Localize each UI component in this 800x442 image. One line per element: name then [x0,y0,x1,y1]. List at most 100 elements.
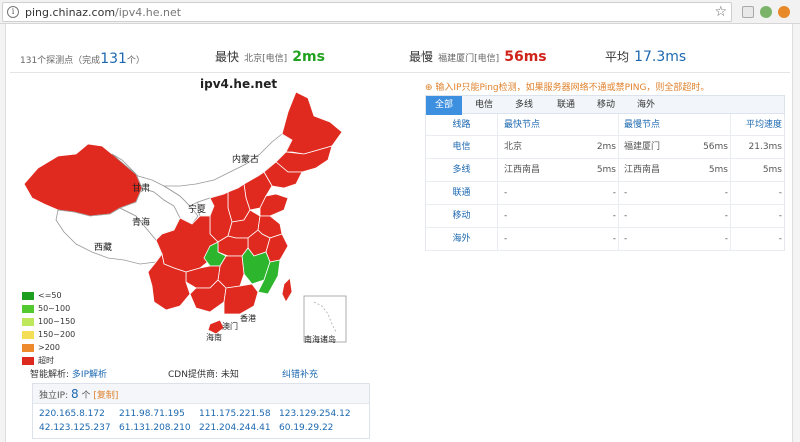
label-gansu: 甘肃 [132,182,150,194]
fix-link[interactable]: 纠错补充 [282,367,318,380]
label-ningxia: 宁夏 [188,203,206,215]
ip-address[interactable]: 220.165.8.172 [39,409,105,419]
row-line[interactable]: 联通 [426,182,498,204]
legend-swatch [22,291,34,300]
ip-label: 独立IP: [39,391,69,401]
tab-unicom[interactable]: 联通 [548,96,584,115]
warning-icon: ⊕ [425,83,436,93]
row-line[interactable]: 移动 [426,205,498,227]
legend: <=50 50~100 100~150 150~200 >200 超时 [22,289,75,367]
tab-telecom[interactable]: 电信 [466,96,502,115]
dns-link[interactable]: 多IP解析 [72,370,107,380]
probe-suffix: 个） [126,56,145,66]
tab-all[interactable]: 全部 [426,96,462,115]
ip-address[interactable]: 42.123.125.237 [39,423,111,433]
ip-address[interactable]: 111.175.221.58 [199,409,271,419]
row-slow-node: 福建厦门 [624,142,661,152]
row-slow-node: 江西南昌 [624,165,661,175]
label-macau: 澳门 [222,321,238,331]
row-avg: - [778,188,782,198]
tab-mobile[interactable]: 移动 [588,96,624,115]
legend-swatch [22,330,34,339]
column-divider [618,114,619,135]
extension-circle-icon[interactable] [760,6,772,18]
line-tabs: 全部 电信 多线 联通 移动 海外 [425,95,785,115]
legend-label: 超时 [38,356,54,365]
ip-address[interactable]: 123.129.254.12 [279,409,351,419]
row-slow-ms: - [724,211,728,221]
column-divider [618,228,619,250]
row-slow-ms: 5ms [708,165,728,175]
page-scrollbar[interactable] [792,24,800,442]
table-header: 线路 最快节点 最慢节点 平均速度 [426,114,784,136]
column-divider [730,159,731,181]
copy-button[interactable]: [复制] [93,391,118,401]
table-row: 多线 江西南昌 5ms 江西南昌 5ms 5ms [426,159,784,182]
column-divider [730,182,731,204]
row-line[interactable]: 海外 [426,228,498,250]
table-row: 电信 北京 2ms 福建厦门 56ms 21.3ms [426,136,784,159]
row-fast-node: - [504,234,508,244]
row-avg: - [778,211,782,221]
ip-address[interactable]: 221.204.244.41 [199,423,271,433]
tab-multiline[interactable]: 多线 [506,96,542,115]
legend-swatch [22,317,34,326]
table-row: 联通 - - - - - [426,182,784,205]
extension-icon[interactable] [742,6,754,18]
label-inner-mongolia: 内蒙古 [232,153,259,165]
row-line[interactable]: 电信 [426,136,498,158]
slowest-stat: 最慢 福建厦门[电信] 56ms [409,46,547,65]
column-divider [618,205,619,227]
url-text[interactable]: ping.chinaz.com/ipv4.he.net [25,6,181,19]
region-xinjiang[interactable] [23,143,143,217]
dns-label: 智能解析: [30,370,70,380]
row-fast-ms: - [612,234,616,244]
legend-label: 100~150 [38,317,76,326]
extension-cookie-icon[interactable] [778,6,790,18]
header-avg: 平均速度 [745,120,782,130]
legend-item: 150~200 [22,328,75,341]
stats-bar: 131个探测点（完成131个） 最快 北京[电信] 2ms 最慢 福建厦门[电信… [0,42,800,72]
label-hainan: 海南 [206,332,222,342]
region-hubei[interactable] [217,235,249,257]
slowest-label: 最慢 [409,50,434,64]
region-heilongjiang[interactable] [281,91,343,155]
fastest-value: 2ms [292,49,325,65]
region-taiwan[interactable] [281,277,293,303]
column-divider [730,205,731,227]
region-guangdong[interactable] [223,283,259,315]
row-slow-ms: - [724,188,728,198]
bookmark-star-icon[interactable]: ☆ [714,4,727,20]
legend-item: 超时 [22,354,75,367]
ip-box: 独立IP: 8 个 [复制] 220.165.8.172 211.98.71.1… [32,383,370,439]
column-divider [618,136,619,158]
ip-address[interactable]: 61.131.208.210 [119,423,191,433]
fastest-location: 北京[电信] [244,54,288,64]
ip-count: 8 [71,387,79,401]
ip-address[interactable]: 211.98.71.195 [119,409,185,419]
info-icon[interactable]: i [7,6,19,18]
row-fast-ms: - [612,211,616,221]
column-divider [618,182,619,204]
tab-overseas[interactable]: 海外 [628,96,664,115]
row-slow-node: - [624,234,628,244]
legend-swatch [22,343,34,352]
column-divider [618,159,619,181]
ip-address[interactable]: 60.19.29.22 [279,423,333,433]
label-hongkong: 香港 [240,313,256,323]
address-bar[interactable]: i ping.chinaz.com/ipv4.he.net ☆ [2,2,732,22]
header-fastest: 最快节点 [504,120,541,130]
label-tibet: 西藏 [94,241,112,253]
label-south-sea-islands: 南海诸岛 [304,334,336,343]
label-qinghai: 青海 [132,216,150,228]
table-row: 移动 - - - - - [426,205,784,228]
row-fast-ms: 2ms [596,142,616,152]
row-avg: 21.3ms [748,142,783,152]
legend-item: <=50 [22,289,75,302]
row-fast-node: 北京 [504,142,523,152]
legend-label: <=50 [38,291,62,300]
row-fast-ms: - [612,188,616,198]
legend-swatch [22,304,34,313]
url-host: ping.chinaz.com [25,6,116,19]
row-line[interactable]: 多线 [426,159,498,181]
